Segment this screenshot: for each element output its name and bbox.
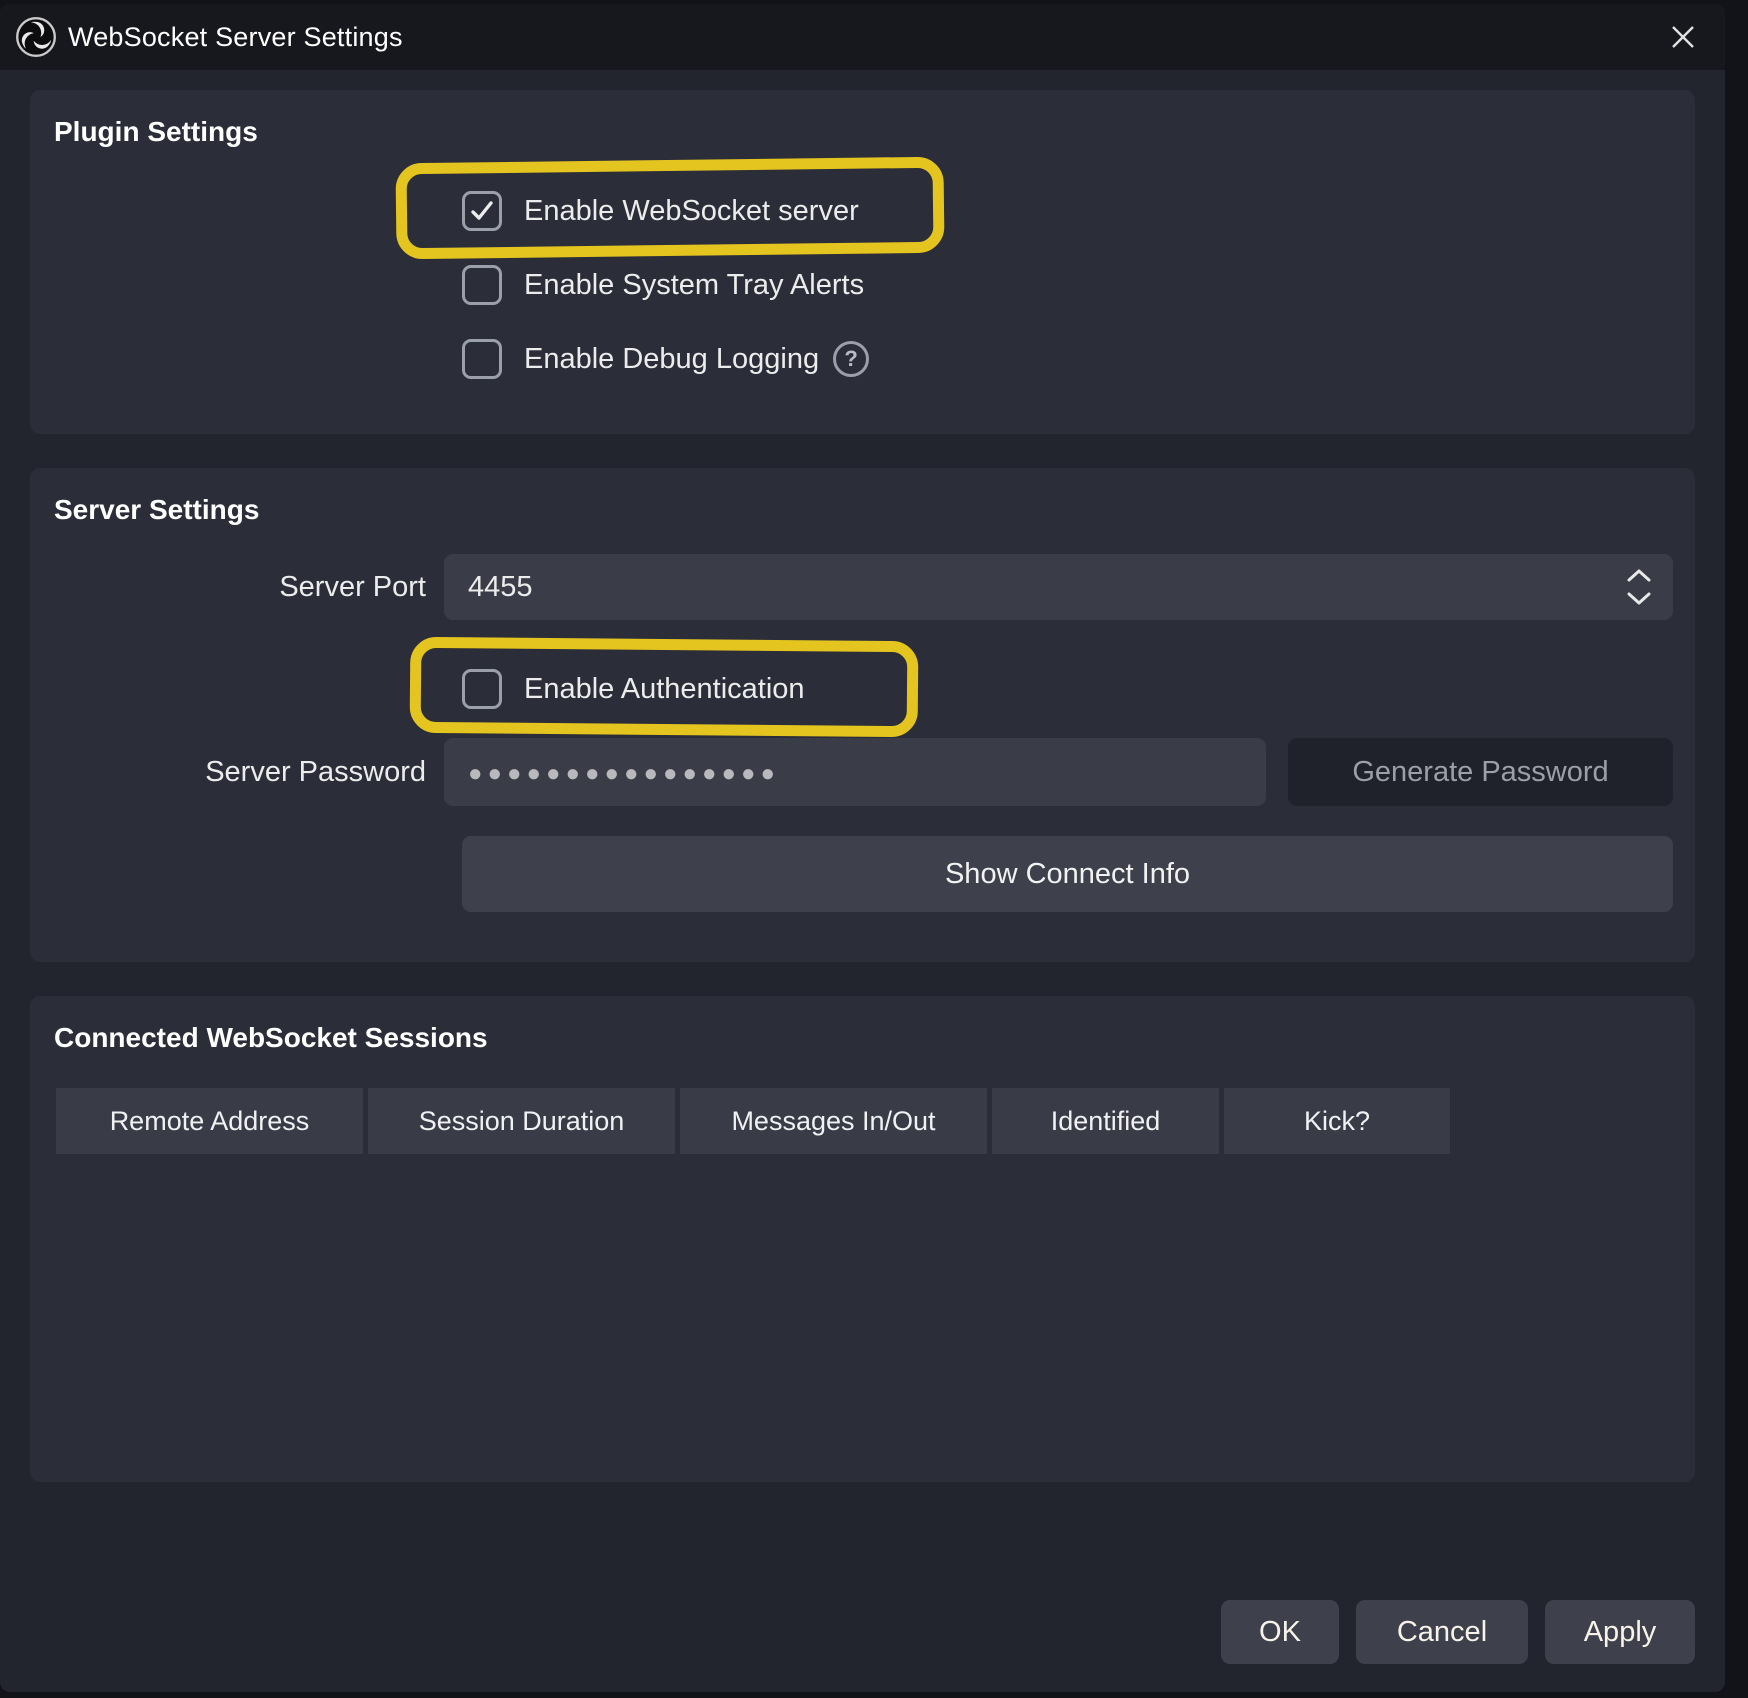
generate-password-label: Generate Password xyxy=(1352,756,1608,789)
help-question-icon[interactable]: ? xyxy=(833,341,869,377)
enable-system-tray-alerts-row: Enable System Tray Alerts xyxy=(462,248,1673,322)
cancel-label: Cancel xyxy=(1397,1616,1487,1649)
server-password-label: Server Password xyxy=(52,756,444,789)
enable-debug-logging-row: Enable Debug Logging ? xyxy=(462,322,1673,396)
server-port-row: Server Port 4455 xyxy=(52,554,1673,620)
port-spinner xyxy=(1627,554,1651,620)
enable-authentication-label: Enable Authentication xyxy=(524,673,805,706)
column-header-kick[interactable]: Kick? xyxy=(1224,1088,1450,1154)
checkmark-icon xyxy=(468,197,496,225)
websocket-settings-dialog: WebSocket Server Settings Plugin Setting… xyxy=(0,4,1725,1692)
spin-down-icon[interactable] xyxy=(1627,592,1651,605)
server-settings-heading: Server Settings xyxy=(52,494,1673,526)
server-password-row: Server Password ●●●●●●●●●●●●●●●● Generat… xyxy=(52,738,1673,806)
group-gap xyxy=(30,962,1695,996)
column-header-session-duration[interactable]: Session Duration xyxy=(368,1088,675,1154)
obs-logo-icon xyxy=(14,15,58,59)
server-password-masked-value: ●●●●●●●●●●●●●●●● xyxy=(468,760,780,788)
close-icon xyxy=(1667,21,1699,53)
window-title: WebSocket Server Settings xyxy=(68,22,403,53)
enable-debug-logging-checkbox[interactable] xyxy=(462,339,502,379)
enable-debug-logging-label: Enable Debug Logging xyxy=(524,343,819,376)
enable-websocket-server-row: Enable WebSocket server xyxy=(462,174,1673,248)
ok-label: OK xyxy=(1259,1616,1301,1649)
ok-button[interactable]: OK xyxy=(1221,1600,1339,1664)
server-password-input[interactable]: ●●●●●●●●●●●●●●●● xyxy=(444,738,1266,806)
close-button[interactable] xyxy=(1661,15,1705,59)
dialog-content: Plugin Settings Enable WebSocket server xyxy=(0,70,1725,1692)
sessions-heading: Connected WebSocket Sessions xyxy=(52,1022,1673,1054)
show-connect-info-button[interactable]: Show Connect Info xyxy=(462,836,1673,912)
cancel-button[interactable]: Cancel xyxy=(1356,1600,1528,1664)
apply-button[interactable]: Apply xyxy=(1545,1600,1695,1664)
server-settings-group: Server Settings Server Port 4455 xyxy=(30,468,1695,962)
column-header-identified[interactable]: Identified xyxy=(992,1088,1219,1154)
server-port-input[interactable]: 4455 xyxy=(444,554,1673,620)
title-bar: WebSocket Server Settings xyxy=(0,4,1725,70)
server-port-value: 4455 xyxy=(468,571,533,604)
enable-system-tray-alerts-checkbox[interactable] xyxy=(462,265,502,305)
sessions-table-header: Remote Address Session Duration Messages… xyxy=(52,1088,1673,1154)
group-gap xyxy=(30,434,1695,468)
enable-system-tray-alerts-label: Enable System Tray Alerts xyxy=(524,269,864,302)
enable-websocket-server-checkbox[interactable] xyxy=(462,191,502,231)
plugin-settings-heading: Plugin Settings xyxy=(52,116,1673,148)
column-header-messages-in-out[interactable]: Messages In/Out xyxy=(680,1088,987,1154)
server-port-label: Server Port xyxy=(52,571,444,604)
enable-authentication-checkbox[interactable] xyxy=(462,669,502,709)
generate-password-button[interactable]: Generate Password xyxy=(1288,738,1673,806)
sessions-group: Connected WebSocket Sessions Remote Addr… xyxy=(30,996,1695,1482)
show-connect-info-row: Show Connect Info xyxy=(52,836,1673,912)
spin-up-icon[interactable] xyxy=(1627,569,1651,582)
enable-authentication-row: Enable Authentication xyxy=(52,652,1673,726)
plugin-settings-group: Plugin Settings Enable WebSocket server xyxy=(30,90,1695,434)
sessions-table-body-empty xyxy=(52,1154,1673,1456)
show-connect-info-label: Show Connect Info xyxy=(945,858,1190,891)
plugin-settings-rows: Enable WebSocket server Enable System Tr… xyxy=(462,174,1673,396)
dialog-button-row: OK Cancel Apply xyxy=(30,1600,1695,1664)
enable-websocket-server-label: Enable WebSocket server xyxy=(524,195,859,228)
apply-label: Apply xyxy=(1584,1616,1657,1649)
column-header-remote-address[interactable]: Remote Address xyxy=(56,1088,363,1154)
